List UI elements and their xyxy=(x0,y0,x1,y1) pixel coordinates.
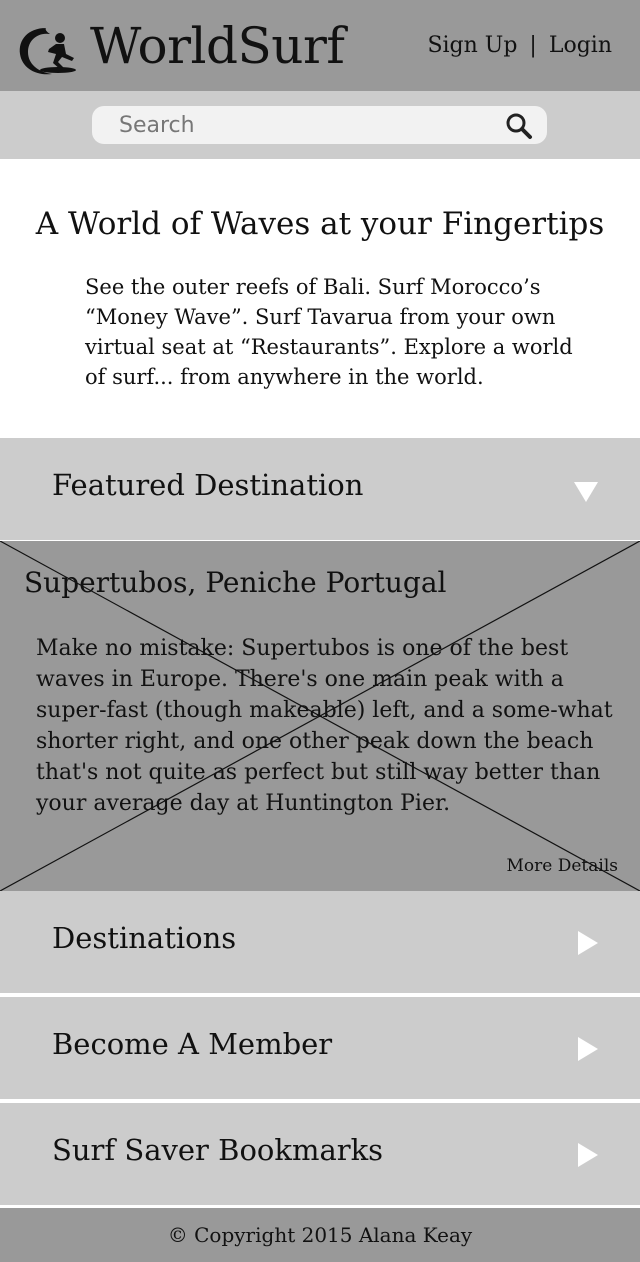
featured-title: Supertubos, Peniche Portugal xyxy=(24,566,447,599)
hero-description: See the outer reefs of Bali. Surf Morocc… xyxy=(85,275,573,389)
auth-separator: | xyxy=(529,33,537,58)
search-input[interactable] xyxy=(92,106,492,144)
featured-destination-toggle[interactable]: Featured Destination xyxy=(0,438,640,540)
menu-item-label: Become A Member xyxy=(52,1027,333,1061)
auth-links: Sign Up | Login xyxy=(427,30,612,62)
triangle-right-icon xyxy=(578,931,598,955)
site-header: WorldSurf Sign Up | Login xyxy=(0,0,640,91)
featured-destination-label: Featured Destination xyxy=(52,468,364,502)
more-details-link[interactable]: More Details xyxy=(507,853,619,879)
menu-item-surf-saver-bookmarks[interactable]: Surf Saver Bookmarks xyxy=(0,1103,640,1205)
triangle-down-icon xyxy=(574,482,598,502)
brand-name[interactable]: WorldSurf xyxy=(90,14,345,78)
featured-destination-panel: Supertubos, Peniche Portugal Make no mis… xyxy=(0,541,640,891)
menu-item-become-a-member[interactable]: Become A Member xyxy=(0,997,640,1099)
menu-item-label: Surf Saver Bookmarks xyxy=(52,1133,384,1167)
triangle-right-icon xyxy=(578,1143,598,1167)
search-icon[interactable] xyxy=(505,112,533,140)
search-field xyxy=(92,106,547,144)
menu-item-label: Destinations xyxy=(52,921,237,955)
hero-title: A World of Waves at your Fingertips xyxy=(35,206,605,242)
featured-description: Make no mistake: Supertubos is one of th… xyxy=(36,636,613,816)
surfer-wave-logo-icon[interactable] xyxy=(16,22,78,78)
login-link[interactable]: Login xyxy=(549,30,612,62)
triangle-right-icon xyxy=(578,1037,598,1061)
search-bar xyxy=(0,91,640,159)
menu-item-destinations[interactable]: Destinations xyxy=(0,891,640,993)
footer-copyright: © Copyright 2015 Alana Keay xyxy=(0,1208,640,1262)
sign-up-link[interactable]: Sign Up xyxy=(427,30,517,62)
